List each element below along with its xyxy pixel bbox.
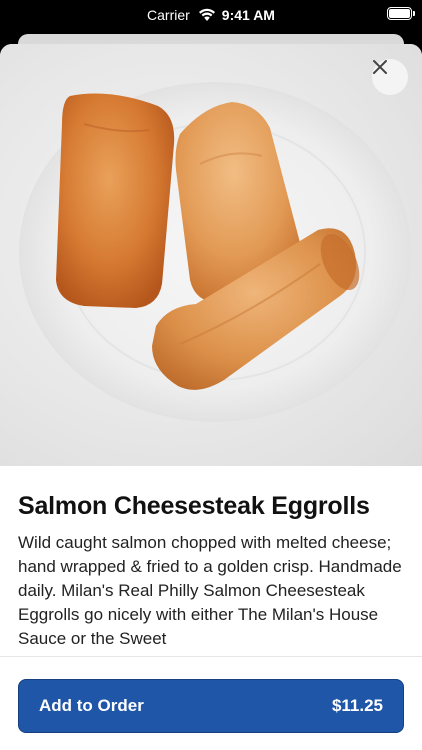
item-detail-sheet: Salmon Cheesesteak Eggrolls Wild caught … [0,44,422,750]
battery-icon [387,7,415,20]
close-button[interactable] [372,59,408,95]
item-description: Wild caught salmon chopped with melted c… [18,533,402,648]
status-center: Carrier 9:41 AM [0,7,422,23]
clock: 9:41 AM [221,7,275,23]
wifi-icon [198,8,215,21]
item-price: $11.25 [331,696,383,715]
add-to-order-label: Add to Order [39,696,144,715]
close-icon [373,60,387,74]
eggrolls-illustration [19,82,411,422]
status-bar: Carrier 9:41 AM [0,0,422,30]
bottom-action-bar: Add to Order $11.25 [0,656,422,750]
carrier-label: Carrier [147,7,190,23]
item-title: Salmon Cheesesteak Eggrolls [18,492,370,520]
item-info: Salmon Cheesesteak Eggrolls Wild caught … [18,492,404,651]
item-photo [0,44,422,466]
add-to-order-button[interactable]: Add to Order $11.25 [18,679,404,733]
